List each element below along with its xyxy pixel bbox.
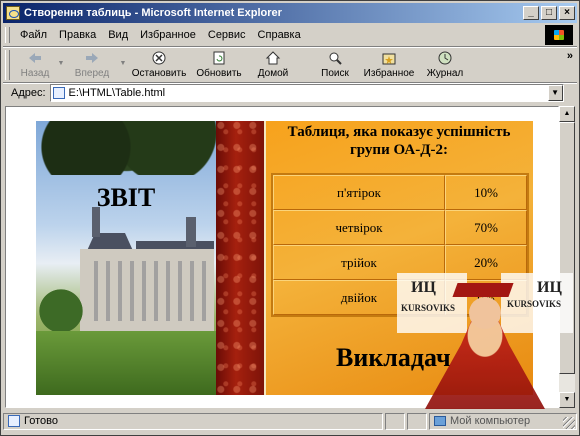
- watermark-text-left: KURSOVIKS: [401, 303, 456, 313]
- stop-label: Остановить: [131, 68, 187, 79]
- status-zone: Мой компьютер: [429, 412, 577, 430]
- forward-button[interactable]: Вперед: [66, 48, 118, 80]
- grade-label: п'ятірок: [273, 175, 445, 210]
- watermark-logo-right: ИЦ: [537, 279, 562, 296]
- address-label: Адрес:: [11, 87, 46, 99]
- report-heading: ЗВІТ: [96, 183, 156, 212]
- window-controls: _ □ ×: [521, 6, 575, 20]
- forward-dropdown-icon[interactable]: ▼: [118, 48, 128, 67]
- search-label: Поиск: [321, 68, 349, 79]
- refresh-icon: [211, 50, 227, 66]
- back-button[interactable]: Назад: [14, 48, 56, 80]
- back-dropdown-icon[interactable]: ▼: [56, 48, 66, 67]
- status-bar: Готово Мой компьютер: [3, 411, 577, 431]
- watermark-overlay: ИЦ KURSOVIKS ИЦ KURSOVIKS: [397, 269, 577, 409]
- minimize-button[interactable]: _: [523, 6, 539, 20]
- menu-help[interactable]: Справка: [252, 29, 307, 41]
- close-button[interactable]: ×: [559, 6, 575, 20]
- toolbar-more-chevron[interactable]: »: [567, 48, 573, 62]
- table-heading: Таблиця, яка показує успішність групи ОА…: [287, 124, 511, 158]
- search-icon: [327, 50, 343, 66]
- search-button[interactable]: Поиск: [312, 48, 358, 80]
- status-text: Готово: [24, 415, 58, 427]
- home-label: Домой: [257, 68, 289, 79]
- address-input[interactable]: E:\HTML\Table.html ▼: [49, 84, 564, 102]
- graduation-cap: [452, 283, 514, 297]
- castle-photo: ЗВІТ: [36, 121, 216, 395]
- watermark-logo-left: ИЦ: [411, 279, 436, 296]
- ie-page-icon: [6, 6, 20, 20]
- menu-edit[interactable]: Правка: [53, 29, 102, 41]
- home-button[interactable]: Домой: [248, 48, 298, 80]
- history-button[interactable]: Журнал: [420, 48, 470, 80]
- window-title: Створення таблиць - Microsoft Internet E…: [24, 7, 282, 19]
- title-bar: Створення таблиць - Microsoft Internet E…: [3, 3, 577, 23]
- address-value[interactable]: E:\HTML\Table.html: [69, 87, 166, 99]
- zone-text: Мой компьютер: [450, 415, 531, 427]
- back-arrow-icon: [27, 50, 43, 66]
- favorites-folder-icon: [381, 50, 397, 66]
- favorites-label: Избранное: [363, 68, 415, 79]
- grade-percent: 70%: [445, 210, 527, 245]
- menu-grip[interactable]: [5, 27, 10, 43]
- graduate-face: [469, 297, 501, 329]
- history-label: Журнал: [426, 68, 464, 79]
- address-dropdown-icon[interactable]: ▼: [547, 85, 563, 101]
- table-row: четвірок 70%: [273, 210, 527, 245]
- back-label: Назад: [20, 68, 50, 79]
- menu-favorites[interactable]: Избранное: [134, 29, 202, 41]
- red-textured-strip: [216, 121, 266, 395]
- history-icon: [437, 50, 453, 66]
- resize-grip[interactable]: [563, 417, 575, 429]
- browser-window: Створення таблиць - Microsoft Internet E…: [0, 0, 580, 436]
- page-icon: [52, 87, 65, 99]
- home-icon: [265, 50, 281, 66]
- computer-icon: [434, 416, 446, 426]
- grade-label: четвірок: [273, 210, 445, 245]
- status-main: Готово: [3, 412, 383, 430]
- menu-file[interactable]: Файл: [14, 29, 53, 41]
- stop-icon: [151, 50, 167, 66]
- watermark-text-right: KURSOVIKS: [507, 299, 562, 309]
- maximize-button[interactable]: □: [541, 6, 557, 20]
- address-bar: Адрес: E:\HTML\Table.html ▼: [3, 83, 577, 103]
- windows-logo-icon: [545, 25, 573, 45]
- menu-bar: Файл Правка Вид Избранное Сервис Справка: [3, 25, 543, 45]
- refresh-button[interactable]: Обновить: [190, 48, 248, 80]
- grade-percent: 10%: [445, 175, 527, 210]
- menu-tools[interactable]: Сервис: [202, 29, 252, 41]
- table-row: п'ятірок 10%: [273, 175, 527, 210]
- favorites-button[interactable]: Избранное: [358, 48, 420, 80]
- photo-lawn: [36, 331, 216, 395]
- forward-label: Вперед: [74, 68, 110, 79]
- scroll-up-arrow[interactable]: ▲: [559, 106, 575, 122]
- standard-toolbar: Назад ▼ Вперед ▼ Остановить Обновить Дом…: [3, 48, 577, 82]
- stop-button[interactable]: Остановить: [128, 48, 190, 80]
- photo-foliage: [36, 121, 216, 175]
- page-done-icon: [8, 415, 20, 427]
- menu-view[interactable]: Вид: [102, 29, 134, 41]
- forward-arrow-icon: [84, 50, 100, 66]
- toolbar-grip[interactable]: [5, 50, 10, 80]
- refresh-label: Обновить: [196, 68, 242, 79]
